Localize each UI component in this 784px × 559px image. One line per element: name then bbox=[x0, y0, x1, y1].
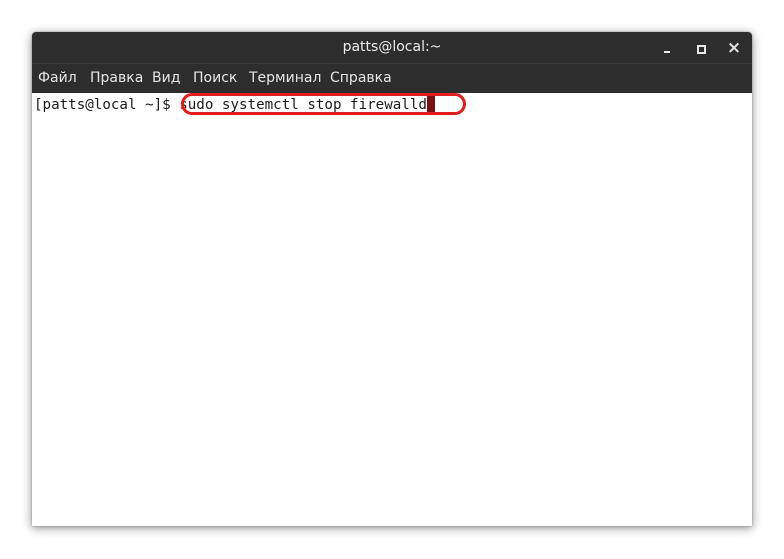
terminal-window: patts@local:~ × Файл Правка Вид Поиск Те… bbox=[32, 32, 752, 526]
text-cursor bbox=[426, 95, 435, 112]
close-button[interactable]: × bbox=[724, 38, 744, 58]
minimize-icon bbox=[664, 51, 670, 53]
terminal-area[interactable]: [patts@local ~]$ sudo systemctl stop fir… bbox=[32, 93, 752, 526]
menu-help[interactable]: Справка bbox=[330, 64, 392, 93]
typed-command: sudo systemctl stop firewalld bbox=[179, 97, 427, 113]
shell-prompt: [patts@local ~]$ bbox=[34, 97, 180, 113]
minimize-button[interactable] bbox=[657, 38, 677, 58]
menu-bar: Файл Правка Вид Поиск Терминал Справка bbox=[32, 63, 752, 93]
menu-view[interactable]: Вид bbox=[152, 64, 180, 93]
window-title: patts@local:~ bbox=[342, 39, 442, 55]
command-line: [patts@local ~]$ sudo systemctl stop fir… bbox=[34, 95, 435, 114]
menu-terminal[interactable]: Терминал bbox=[249, 64, 321, 93]
title-bar[interactable]: patts@local:~ × bbox=[32, 32, 752, 63]
close-icon: × bbox=[726, 38, 742, 58]
maximize-button[interactable] bbox=[691, 38, 711, 58]
menu-search[interactable]: Поиск bbox=[193, 64, 237, 93]
maximize-icon bbox=[697, 45, 706, 54]
menu-edit[interactable]: Правка bbox=[90, 64, 143, 93]
menu-file[interactable]: Файл bbox=[38, 64, 77, 93]
